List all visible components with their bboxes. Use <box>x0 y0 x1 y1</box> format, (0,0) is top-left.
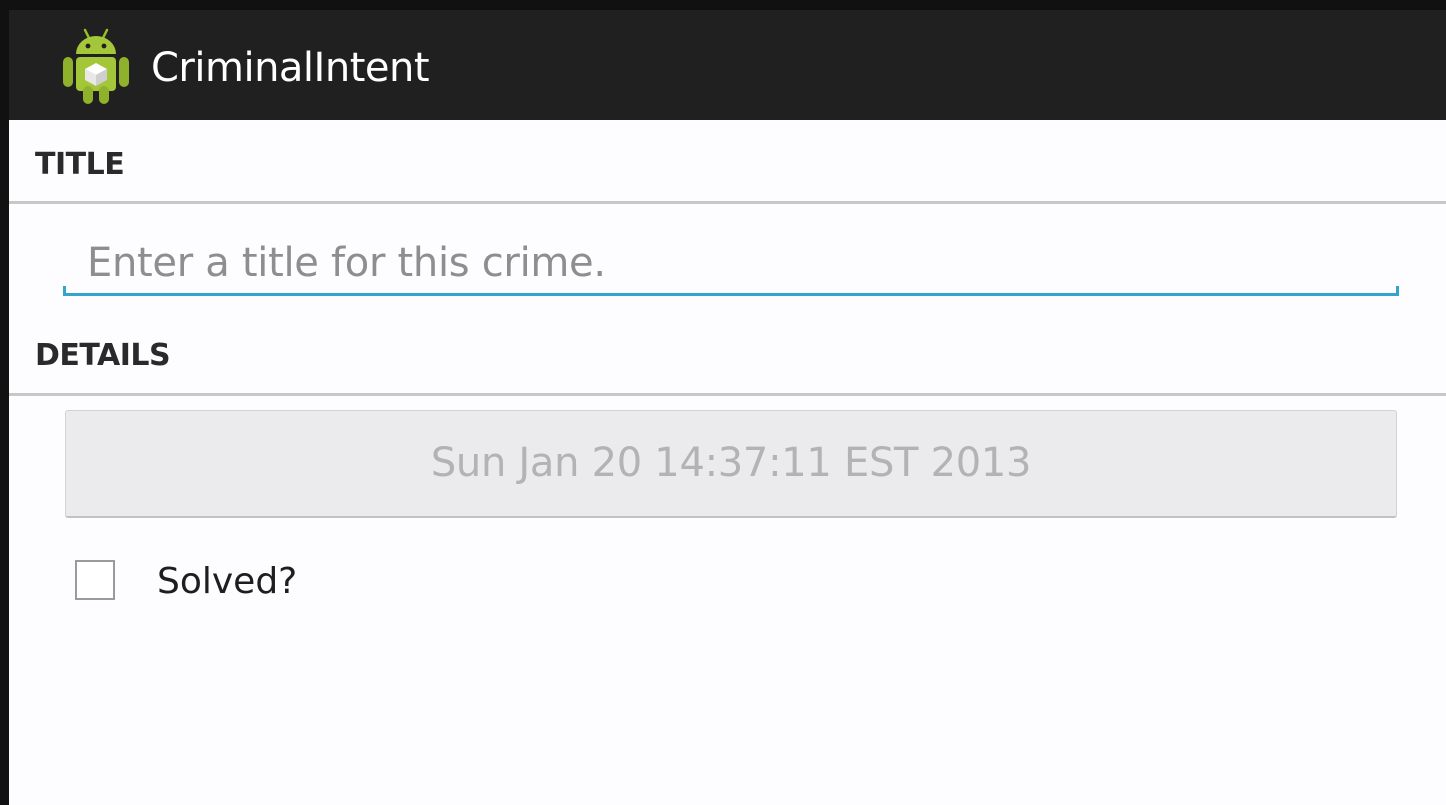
title-section-header: TITLE <box>35 147 125 182</box>
window-border-top <box>0 0 1446 10</box>
app-window: CriminalIntent TITLE DETAILS Sun Jan 20 … <box>0 0 1446 805</box>
android-robot-icon[interactable] <box>55 24 137 108</box>
solved-checkbox-label: Solved? <box>157 561 298 602</box>
app-title: CriminalIntent <box>151 45 430 91</box>
crime-date-button[interactable]: Sun Jan 20 14:37:11 EST 2013 <box>65 410 1397 518</box>
title-input-underline <box>63 293 1399 296</box>
crime-form: TITLE DETAILS Sun Jan 20 14:37:11 EST 20… <box>9 120 1446 805</box>
title-section-divider <box>9 201 1446 204</box>
details-section-header: DETAILS <box>35 338 171 373</box>
window-border-left <box>0 0 9 805</box>
crime-title-input[interactable] <box>63 226 1399 300</box>
solved-checkbox[interactable] <box>75 560 115 600</box>
action-bar: CriminalIntent <box>9 10 1446 120</box>
title-input-underline-right-tick <box>1396 286 1399 296</box>
details-section-divider <box>9 393 1446 396</box>
title-input-underline-left-tick <box>63 286 66 296</box>
